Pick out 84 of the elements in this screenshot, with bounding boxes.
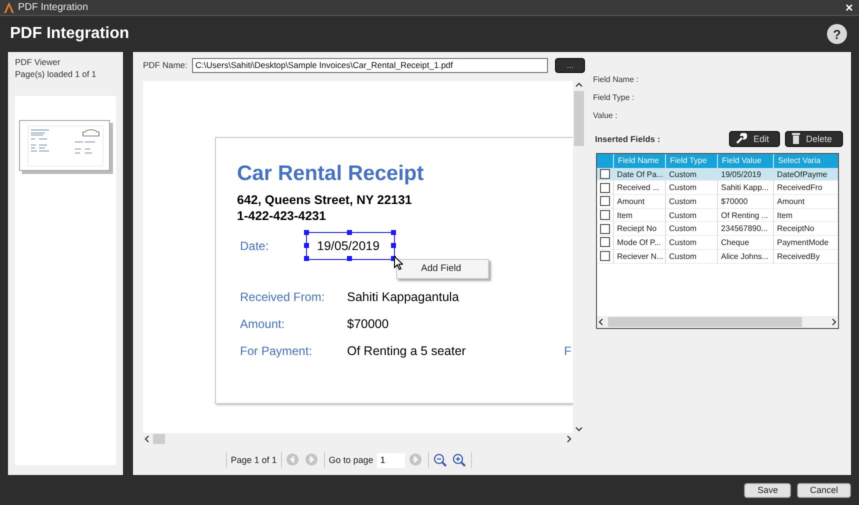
page-thumbnail-drawing[interactable] bbox=[19, 120, 114, 175]
table-cell: DateOfPayme bbox=[773, 168, 838, 182]
scroll-down-icon[interactable] bbox=[575, 425, 583, 433]
pages-loaded-text: Page(s) loaded 1 of 1 bbox=[15, 69, 98, 79]
scroll-up-icon[interactable] bbox=[575, 81, 583, 89]
table-cell: Sahiti Kapp... bbox=[717, 181, 773, 196]
table-cell: $70000 bbox=[717, 195, 773, 209]
browse-button[interactable]: ... bbox=[555, 58, 585, 72]
document-value: Of Renting a 5 seater bbox=[347, 344, 466, 358]
save-button[interactable]: Save bbox=[744, 482, 791, 498]
table-cell: Custom bbox=[665, 250, 717, 264]
row-checkbox[interactable] bbox=[600, 251, 610, 262]
edit-button[interactable]: Edit bbox=[729, 130, 780, 146]
scroll-right-icon[interactable] bbox=[830, 318, 838, 326]
table-cell: PaymentMode bbox=[773, 236, 838, 250]
table-cell: Item bbox=[613, 208, 665, 222]
document-title: Car Rental Receipt bbox=[237, 162, 425, 186]
table-cell: ReceivedFro bbox=[773, 181, 838, 196]
table-cell: Date Of Pa... bbox=[613, 168, 665, 182]
table-cell: Received ... bbox=[613, 181, 665, 196]
go-to-page-label: Go to page bbox=[328, 455, 374, 465]
page-indicator: Page 1 of 1 bbox=[230, 455, 277, 465]
section-title: Inserted Fields : bbox=[594, 134, 662, 144]
trash-icon bbox=[792, 133, 800, 144]
scrollbar-thumb[interactable] bbox=[153, 434, 165, 444]
table-cell: Reciever N... bbox=[613, 250, 665, 264]
table-cell: ReceivedBy bbox=[773, 250, 838, 264]
row-checkbox[interactable] bbox=[600, 169, 610, 180]
row-checkbox[interactable] bbox=[600, 210, 610, 220]
scrollbar-thumb[interactable] bbox=[608, 317, 802, 327]
table-cell: Custom bbox=[665, 168, 717, 182]
scroll-left-icon[interactable] bbox=[143, 435, 151, 443]
wrench-icon bbox=[736, 133, 748, 144]
document-value: $70000 bbox=[347, 316, 389, 330]
zoom-out-button[interactable] bbox=[433, 452, 448, 468]
table-cell: Amount bbox=[613, 195, 665, 209]
document-label: Amount: bbox=[239, 316, 286, 330]
document-label: Received From: bbox=[239, 290, 326, 304]
page-number-field[interactable]: 1 bbox=[377, 452, 406, 468]
scrollbar-thumb[interactable] bbox=[574, 91, 584, 146]
selected-field[interactable]: 19/05/2019 bbox=[306, 232, 395, 260]
table-cell: Reciept No bbox=[613, 222, 665, 236]
table-cell: Custom bbox=[665, 222, 717, 236]
cancel-button[interactable]: Cancel bbox=[796, 482, 851, 498]
address-text: 642, Queens Street, NY 22131 bbox=[237, 192, 413, 208]
table-cell: Amount bbox=[773, 195, 838, 209]
pdf-name-field[interactable]: C:\Users\Sahiti\Desktop\Sample Invoices\Car_Rental_Receipt_1.pdf bbox=[192, 58, 548, 72]
field-label: Field Name : bbox=[593, 75, 640, 86]
table-cell: Of Renting ... bbox=[717, 208, 773, 222]
table-cell: Item bbox=[773, 208, 838, 222]
zoom-in-button[interactable] bbox=[452, 452, 468, 468]
row-checkbox[interactable] bbox=[600, 182, 610, 193]
table-cell: Custom bbox=[665, 195, 717, 209]
scroll-right-icon[interactable] bbox=[565, 435, 573, 443]
field-label: Field Type : bbox=[593, 93, 636, 104]
document-label: For Payment: bbox=[239, 344, 314, 358]
table-cell: Mode Of P... bbox=[613, 236, 665, 250]
table-cell: Custom bbox=[665, 208, 717, 222]
field-label: Value : bbox=[593, 111, 618, 122]
zoom-out-icon bbox=[433, 452, 448, 466]
panel-title: PDF Viewer bbox=[15, 57, 62, 67]
phone-text: 1-422-423-4231 bbox=[237, 208, 327, 224]
window-title: PDF Integration bbox=[18, 2, 90, 13]
table-cell: 234567890... bbox=[717, 222, 773, 236]
table-cell: Cheque bbox=[717, 236, 773, 250]
row-checkbox[interactable] bbox=[600, 224, 610, 234]
row-checkbox[interactable] bbox=[600, 196, 610, 206]
table-cell: Alice Johns... bbox=[717, 250, 773, 264]
row-checkbox[interactable] bbox=[600, 237, 610, 248]
table-cell: Custom bbox=[665, 181, 717, 196]
app-logo-icon bbox=[4, 2, 14, 13]
header-cell bbox=[597, 154, 613, 168]
help-button[interactable]: ? bbox=[827, 24, 847, 44]
delete-button[interactable]: Delete bbox=[784, 130, 843, 146]
scroll-left-icon[interactable] bbox=[597, 318, 605, 326]
page-title: PDF Integration bbox=[10, 25, 130, 43]
document-label: F bbox=[564, 344, 572, 358]
table-cell: 19/05/2019 bbox=[717, 168, 773, 182]
close-button[interactable]: × bbox=[843, 1, 855, 14]
document-value: Sahiti Kappagantula bbox=[347, 290, 459, 304]
zoom-in-icon bbox=[452, 452, 466, 466]
table-cell: ReceiptNo bbox=[773, 222, 838, 236]
table-cell: Custom bbox=[665, 236, 717, 250]
field-label: PDF Name: bbox=[143, 60, 188, 70]
